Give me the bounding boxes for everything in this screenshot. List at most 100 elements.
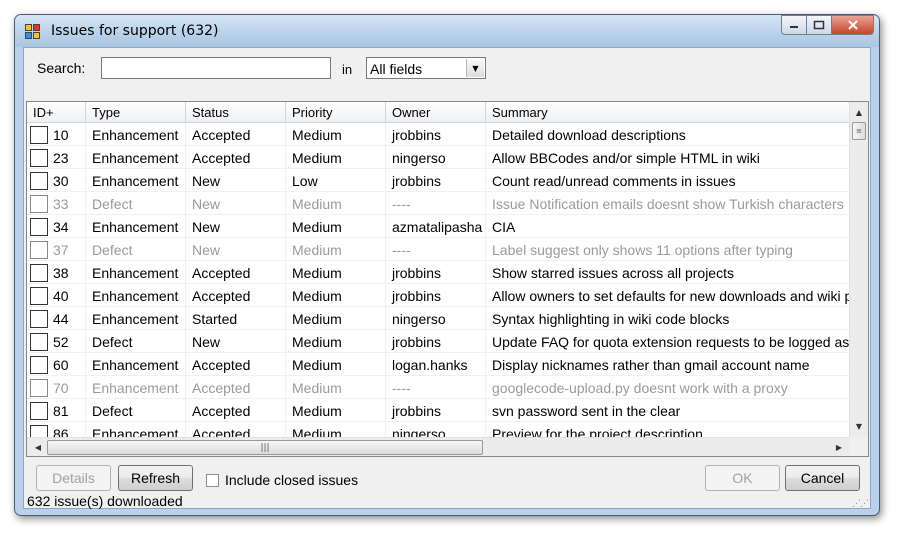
cell-summary: Issue Notification emails doesnt show Tu… bbox=[492, 196, 844, 212]
row-checkbox[interactable] bbox=[30, 425, 48, 437]
row-checkbox[interactable] bbox=[30, 241, 48, 259]
scroll-left-icon[interactable]: ◀ bbox=[29, 438, 47, 456]
grid-rows: 10 Enhancement Accepted Medium jrobbins Detai… bbox=[27, 123, 850, 437]
table-row[interactable]: 10 Enhancement Accepted Medium jrobbins Detai… bbox=[27, 123, 850, 146]
minimize-button[interactable] bbox=[781, 15, 807, 35]
cell-summary: Count read/unread comments in issues bbox=[492, 173, 736, 189]
table-row[interactable]: 34 Enhancement New Medium azmatalipasha CIA bbox=[27, 215, 850, 238]
cell-owner: jrobbins bbox=[386, 261, 486, 284]
include-closed-checkbox[interactable]: Include closed issues bbox=[206, 472, 358, 488]
issue-id: 37 bbox=[53, 242, 69, 258]
issues-grid: ID+ Type Status Priority Owner Summary 1… bbox=[26, 101, 869, 457]
cell-type: Defect bbox=[86, 330, 186, 353]
row-checkbox[interactable] bbox=[30, 333, 48, 351]
cell-priority: Medium bbox=[286, 330, 386, 353]
cell-summary: Display nicknames rather than gmail acco… bbox=[492, 357, 810, 373]
table-row[interactable]: 60 Enhancement Accepted Medium logan.hanks Di… bbox=[27, 353, 850, 376]
cell-status: Started bbox=[186, 307, 286, 330]
close-button[interactable] bbox=[831, 15, 874, 35]
search-input[interactable] bbox=[101, 57, 331, 79]
cell-owner: ---- bbox=[386, 192, 486, 215]
details-button[interactable]: Details bbox=[36, 465, 111, 491]
horizontal-scroll-thumb[interactable]: ||| bbox=[47, 440, 483, 455]
include-closed-box[interactable] bbox=[206, 473, 219, 487]
column-header-owner[interactable]: Owner bbox=[386, 102, 486, 123]
search-field-select[interactable]: All fields ▼ bbox=[366, 57, 486, 79]
cell-owner: jrobbins bbox=[386, 123, 486, 146]
cell-priority: Low bbox=[286, 169, 386, 192]
cell-status: New bbox=[186, 169, 286, 192]
column-header-status[interactable]: Status bbox=[186, 102, 286, 123]
cell-priority: Medium bbox=[286, 284, 386, 307]
resize-grip-icon[interactable]: ⋰⋰ bbox=[852, 498, 869, 509]
maximize-button[interactable] bbox=[806, 15, 832, 35]
row-checkbox[interactable] bbox=[30, 218, 48, 236]
row-checkbox[interactable] bbox=[30, 195, 48, 213]
scroll-down-icon[interactable]: ▼ bbox=[850, 418, 868, 435]
cell-type: Enhancement bbox=[86, 353, 186, 376]
table-row[interactable]: 33 Defect New Medium ---- Issue Notification … bbox=[27, 192, 850, 215]
row-checkbox[interactable] bbox=[30, 126, 48, 144]
cell-status: Accepted bbox=[186, 146, 286, 169]
cell-status: Accepted bbox=[186, 376, 286, 399]
row-checkbox[interactable] bbox=[30, 172, 48, 190]
title-bar[interactable]: Issues for support (632) bbox=[15, 15, 879, 47]
row-checkbox[interactable] bbox=[30, 310, 48, 328]
cell-priority: Medium bbox=[286, 192, 386, 215]
cell-id: 34 bbox=[27, 215, 86, 238]
cell-priority: Medium bbox=[286, 399, 386, 422]
issue-id: 60 bbox=[53, 357, 69, 373]
status-text: 632 issue(s) downloaded bbox=[27, 493, 183, 509]
column-header-id[interactable]: ID+ bbox=[27, 102, 86, 123]
grid-header: ID+ Type Status Priority Owner Summary bbox=[27, 102, 850, 123]
row-checkbox[interactable] bbox=[30, 264, 48, 282]
row-checkbox[interactable] bbox=[30, 379, 48, 397]
cell-status: New bbox=[186, 192, 286, 215]
cell-status: Accepted bbox=[186, 284, 286, 307]
scroll-up-icon[interactable]: ▲ bbox=[850, 104, 868, 121]
table-row[interactable]: 40 Enhancement Accepted Medium jrobbins Allow… bbox=[27, 284, 850, 307]
cell-type: Enhancement bbox=[86, 215, 186, 238]
cell-status: New bbox=[186, 238, 286, 261]
ok-button[interactable]: OK bbox=[705, 465, 780, 491]
cell-priority: Medium bbox=[286, 123, 386, 146]
table-row[interactable]: 37 Defect New Medium ---- Label suggest only … bbox=[27, 238, 850, 261]
horizontal-scrollbar[interactable]: ◀ ||| ▶ bbox=[27, 437, 850, 456]
row-checkbox[interactable] bbox=[30, 402, 48, 420]
cancel-button[interactable]: Cancel bbox=[785, 465, 860, 491]
minimize-icon bbox=[790, 26, 798, 28]
cell-id: 81 bbox=[27, 399, 86, 422]
cell-owner: jrobbins bbox=[386, 399, 486, 422]
table-row[interactable]: 81 Defect Accepted Medium jrobbins svn passwo… bbox=[27, 399, 850, 422]
chevron-down-icon[interactable]: ▼ bbox=[466, 59, 484, 77]
issue-id: 70 bbox=[53, 380, 69, 396]
status-bar: 632 issue(s) downloaded ⋰⋰ bbox=[24, 493, 870, 509]
table-row[interactable]: 86 Enhancement Accepted Medium ningerso Previ… bbox=[27, 422, 850, 437]
table-row[interactable]: 30 Enhancement New Low jrobbins Count read/un… bbox=[27, 169, 850, 192]
search-bar: Search: in All fields ▼ bbox=[24, 48, 870, 90]
issue-id: 30 bbox=[53, 173, 69, 189]
column-header-type[interactable]: Type bbox=[86, 102, 186, 123]
issue-id: 34 bbox=[53, 219, 69, 235]
column-header-priority[interactable]: Priority bbox=[286, 102, 386, 123]
table-row[interactable]: 38 Enhancement Accepted Medium jrobbins Show … bbox=[27, 261, 850, 284]
cell-owner: jrobbins bbox=[386, 330, 486, 353]
table-row[interactable]: 52 Defect New Medium jrobbins Update FAQ for … bbox=[27, 330, 850, 353]
search-field-value: All fields bbox=[370, 61, 423, 77]
refresh-button[interactable]: Refresh bbox=[118, 465, 193, 491]
cell-priority: Medium bbox=[286, 261, 386, 284]
table-row[interactable]: 70 Enhancement Accepted Medium ---- googlecod… bbox=[27, 376, 850, 399]
cell-summary: Detailed download descriptions bbox=[492, 127, 686, 143]
vertical-scroll-thumb[interactable]: ≡ bbox=[852, 122, 866, 140]
row-checkbox[interactable] bbox=[30, 356, 48, 374]
column-header-summary[interactable]: Summary bbox=[486, 102, 850, 123]
row-checkbox[interactable] bbox=[30, 287, 48, 305]
table-row[interactable]: 23 Enhancement Accepted Medium ningerso Allow… bbox=[27, 146, 850, 169]
scroll-right-icon[interactable]: ▶ bbox=[830, 438, 848, 456]
row-checkbox[interactable] bbox=[30, 149, 48, 167]
vertical-scrollbar[interactable]: ▲ ≡ ▼ bbox=[849, 102, 868, 437]
cell-id: 37 bbox=[27, 238, 86, 261]
issue-id: 38 bbox=[53, 265, 69, 281]
table-row[interactable]: 44 Enhancement Started Medium ningerso Syntax… bbox=[27, 307, 850, 330]
cell-type: Enhancement bbox=[86, 123, 186, 146]
